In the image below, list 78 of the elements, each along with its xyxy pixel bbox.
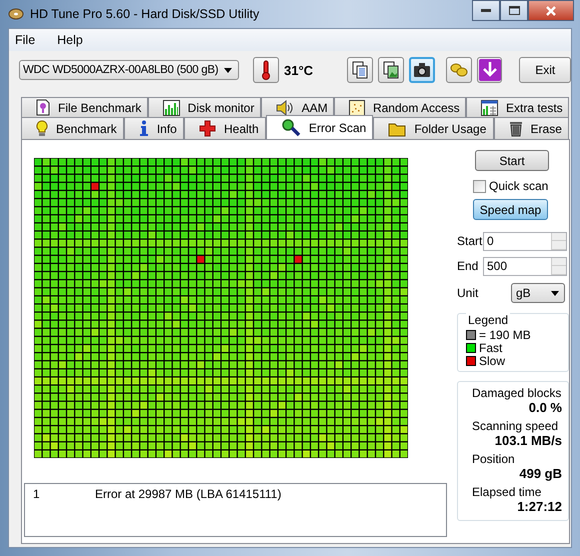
maximize-icon <box>508 6 520 15</box>
field-label: Start <box>457 234 483 248</box>
field-label: Unit <box>457 286 478 300</box>
tab-label: Benchmark <box>56 122 117 136</box>
stat-value: 0.0 % <box>528 400 562 415</box>
tab[interactable]: File Benchmark <box>21 97 148 117</box>
drive-dropdown[interactable]: WDC WD5000AZRX-00A8LB0 (500 gB) <box>19 60 240 80</box>
tab[interactable]: Random Access <box>334 97 466 117</box>
checkbox-label: Quick scan <box>489 179 548 193</box>
toolbar-button[interactable] <box>409 57 435 83</box>
tab[interactable]: Health <box>184 117 266 139</box>
menu-item[interactable]: File <box>15 33 36 47</box>
legend-label: Fast <box>479 340 502 354</box>
tab-label: Info <box>156 122 177 136</box>
start-button[interactable]: Start <box>475 150 549 171</box>
close-icon <box>546 6 556 16</box>
legend-label: Slow <box>479 354 506 368</box>
minimize-icon <box>481 8 491 12</box>
trash-can-icon <box>508 120 523 137</box>
stat-label: Damaged blocks <box>472 386 562 400</box>
unit-dropdown[interactable]: gB <box>511 283 565 303</box>
disk-icon <box>8 7 24 21</box>
toolbar-button[interactable] <box>347 57 374 83</box>
tab-label: File Benchmark <box>58 100 142 114</box>
coins-icon <box>448 61 469 79</box>
tab[interactable]: Benchmark <box>21 117 124 139</box>
tab-label: Health <box>224 122 259 136</box>
speed-map-button[interactable]: Speed map <box>473 199 548 220</box>
stat-label: Elapsed time <box>472 485 542 499</box>
thermometer-icon <box>261 60 272 80</box>
tab-label: Random Access <box>372 100 460 114</box>
row-number: 1 <box>33 487 41 501</box>
tab-label: Error Scan <box>308 120 366 134</box>
field-label: End <box>457 259 480 273</box>
temperature-button[interactable] <box>253 57 279 83</box>
tab-label: AAM <box>302 100 328 114</box>
copy-image-icon <box>382 61 400 79</box>
window-title: HD Tune Pro 5.60 - Hard Disk/SSD Utility <box>30 7 260 21</box>
stat-label: Position <box>472 452 516 466</box>
tab-label: Erase <box>530 122 562 136</box>
legend-label: = 190 MB <box>479 328 531 342</box>
light-bulb-icon <box>36 120 48 137</box>
number-spinner[interactable]: 500 <box>483 256 567 276</box>
speaker-icon <box>276 100 294 116</box>
tab-label: Folder Usage <box>414 122 486 136</box>
exit-button[interactable]: Exit <box>519 57 572 83</box>
minimize-button[interactable] <box>472 0 500 21</box>
camera-icon <box>412 62 431 78</box>
tab[interactable]: Extra tests <box>466 97 569 117</box>
legend-title: Legend <box>466 313 510 327</box>
tab-label: Disk monitor <box>188 100 254 114</box>
log-message: Error at 29987 MB (LBA 61415111) <box>95 487 282 501</box>
stat-value: 1:27:12 <box>517 499 562 514</box>
menu-item[interactable]: Help <box>57 33 83 47</box>
temperature-reading: 31°C <box>284 62 314 78</box>
stat-value: 103.1 MB/s <box>494 433 562 448</box>
maximize-button[interactable] <box>500 0 528 21</box>
stat-label: Scanning speed <box>472 419 560 433</box>
copy-document-icon <box>351 61 370 79</box>
chart-table-icon <box>480 100 498 116</box>
health-cross-icon <box>199 120 216 137</box>
magnifier-icon <box>280 118 301 136</box>
stat-value: 499 gB <box>519 466 562 481</box>
number-spinner[interactable]: 0 <box>483 232 567 250</box>
tab[interactable]: Disk monitor <box>148 97 261 117</box>
quick-scan-checkbox[interactable] <box>473 180 486 192</box>
tab-label: Extra tests <box>506 100 563 114</box>
document-icon <box>36 99 50 116</box>
tab[interactable]: Info <box>124 117 184 139</box>
folder-icon <box>388 120 406 136</box>
toolbar-button[interactable] <box>378 57 404 83</box>
tab[interactable]: Folder Usage <box>373 117 494 139</box>
info-icon <box>138 120 149 137</box>
tab[interactable]: Erase <box>494 117 570 139</box>
bar-graph-icon <box>162 100 180 116</box>
tab[interactable]: Error Scan <box>266 115 374 139</box>
scatter-plot-icon <box>348 100 365 116</box>
close-button[interactable] <box>528 0 574 21</box>
